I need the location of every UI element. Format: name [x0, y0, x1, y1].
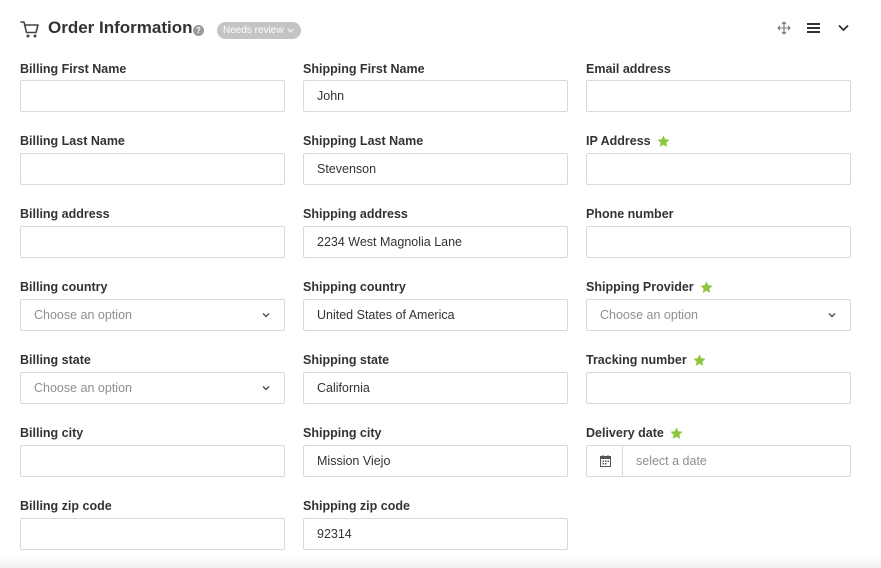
- status-badge[interactable]: Needs review: [217, 22, 301, 39]
- tracking-number-input[interactable]: [586, 372, 851, 404]
- status-badge-label: Needs review: [223, 25, 284, 36]
- billing-zip-input[interactable]: [20, 518, 285, 550]
- field-label: Shipping country: [303, 280, 406, 294]
- star-icon: [693, 354, 706, 366]
- billing-last-name-input[interactable]: [20, 153, 285, 185]
- field-label: Delivery date: [586, 425, 683, 441]
- ip-address-input[interactable]: [586, 153, 851, 185]
- chevron-down-icon: [262, 386, 270, 391]
- field-label: Billing First Name: [20, 62, 127, 76]
- field-label: Shipping address: [303, 207, 408, 221]
- field-label: Shipping state: [303, 353, 390, 367]
- field-label: Billing zip code: [20, 499, 112, 513]
- chevron-down-icon: [828, 313, 836, 318]
- field-value: United States of America: [317, 308, 455, 322]
- field-value: Mission Viejo: [317, 454, 391, 468]
- field-label: Billing city: [20, 426, 84, 440]
- menu-icon[interactable]: [807, 22, 820, 34]
- field-value: Stevenson: [317, 162, 377, 176]
- bottom-shadow: [0, 554, 881, 568]
- shipping-state-input[interactable]: California: [303, 372, 568, 404]
- billing-city-input[interactable]: [20, 445, 285, 477]
- move-icon[interactable]: [777, 21, 791, 35]
- delivery-date-input[interactable]: select a date: [586, 445, 851, 477]
- order-information-header: Order Information ? Needs review: [0, 0, 881, 56]
- field-label: Billing country: [20, 280, 108, 294]
- star-icon: [700, 281, 713, 293]
- shipping-city-input[interactable]: Mission Viejo: [303, 445, 568, 477]
- phone-number-input[interactable]: [586, 226, 851, 258]
- field-value: 92314: [317, 527, 352, 541]
- field-label: Shipping zip code: [303, 499, 410, 513]
- shipping-country-input[interactable]: United States of America: [303, 299, 568, 331]
- cart-icon: [20, 21, 39, 38]
- chevron-down-icon: [287, 28, 294, 33]
- field-value: John: [317, 89, 345, 103]
- page-title: Order Information: [48, 18, 193, 37]
- field-value: California: [317, 381, 370, 395]
- select-placeholder: Choose an option: [34, 308, 132, 322]
- select-placeholder: Choose an option: [34, 381, 132, 395]
- field-label: Billing state: [20, 353, 91, 367]
- collapse-chevron-icon[interactable]: [838, 24, 849, 32]
- field-label: Email address: [586, 62, 671, 76]
- field-label: Shipping Last Name: [303, 134, 424, 148]
- date-placeholder: select a date: [636, 454, 707, 468]
- question-circle-icon[interactable]: ?: [193, 25, 204, 36]
- shipping-address-input[interactable]: 2234 West Magnolia Lane: [303, 226, 568, 258]
- billing-address-input[interactable]: [20, 226, 285, 258]
- shipping-zip-input[interactable]: 92314: [303, 518, 568, 550]
- shipping-last-name-input[interactable]: Stevenson: [303, 153, 568, 185]
- field-label: Shipping First Name: [303, 62, 425, 76]
- field-label: Phone number: [586, 207, 674, 221]
- field-label: Shipping Provider: [586, 279, 713, 295]
- star-icon: [670, 427, 683, 439]
- shipping-provider-select[interactable]: Choose an option: [586, 299, 851, 331]
- calendar-button[interactable]: [587, 446, 623, 476]
- chevron-down-icon: [262, 313, 270, 318]
- billing-country-select[interactable]: Choose an option: [20, 299, 285, 331]
- field-value: 2234 West Magnolia Lane: [317, 235, 463, 249]
- star-icon: [657, 135, 670, 147]
- field-label: IP Address: [586, 133, 670, 149]
- billing-state-select[interactable]: Choose an option: [20, 372, 285, 404]
- field-label: Tracking number: [586, 352, 706, 368]
- calendar-icon: [600, 455, 611, 467]
- field-label: Billing Last Name: [20, 134, 125, 148]
- field-label: Billing address: [20, 207, 110, 221]
- email-address-input[interactable]: [586, 80, 851, 112]
- select-placeholder: Choose an option: [600, 308, 698, 322]
- field-label: Shipping city: [303, 426, 382, 440]
- billing-first-name-input[interactable]: [20, 80, 285, 112]
- shipping-first-name-input[interactable]: John: [303, 80, 568, 112]
